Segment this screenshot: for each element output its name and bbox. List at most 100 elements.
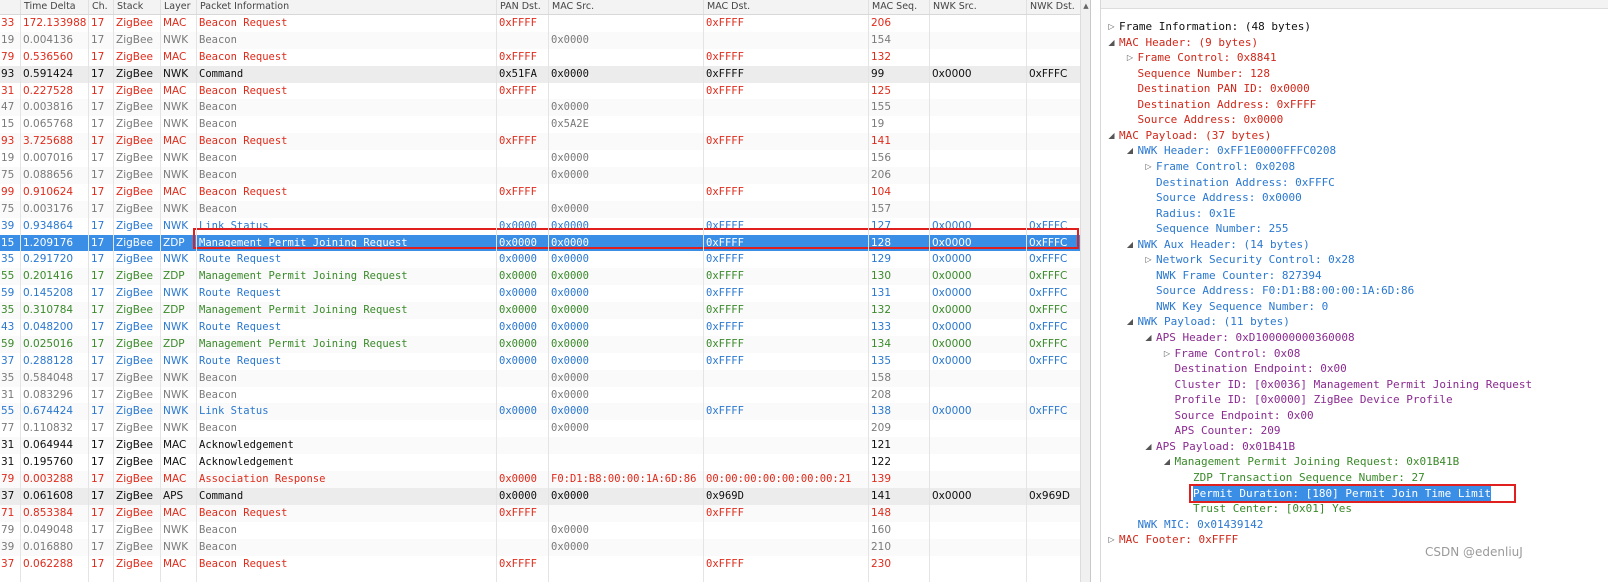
- packet-row[interactable]: 35 0.310784 17 ZigBee ZDP Management Permit J…: [0, 302, 1090, 320]
- tree-node[interactable]: NWK Payload: (11 bytes): [1138, 314, 1290, 330]
- packet-row[interactable]: 31 0.083296 17 ZigBee NWK Beacon 0x0000 208: [0, 386, 1090, 404]
- tree-node[interactable]: APS Header: 0xD100000000360008: [1156, 330, 1355, 346]
- packet-row[interactable]: 37 0.062288 17 ZigBee MAC Beacon Request 0xFFF…: [0, 555, 1090, 573]
- tree-node[interactable]: MAC Header: (9 bytes): [1119, 35, 1258, 51]
- cell-msrc: [548, 49, 703, 66]
- packet-row[interactable]: 37 0.288128 17 ZigBee NWK Route Request 0x0000…: [0, 352, 1090, 370]
- col-header-mac-dst[interactable]: MAC Dst.: [703, 0, 868, 14]
- tree-node[interactable]: Source Address: F0:D1:B8:00:00:1A:6D:86: [1156, 283, 1414, 299]
- tree-node[interactable]: NWK Frame Counter: 827394: [1156, 268, 1322, 284]
- packet-row[interactable]: 19 0.007016 17 ZigBee NWK Beacon 0x0000 156: [0, 150, 1090, 168]
- tree-node[interactable]: NWK MIC: 0x01439142: [1138, 517, 1264, 533]
- tree-node[interactable]: Source Address: 0x0000: [1156, 190, 1302, 206]
- col-header-mac-src[interactable]: MAC Src.: [548, 0, 703, 14]
- tree-node[interactable]: APS Counter: 209: [1175, 423, 1281, 439]
- packet-list[interactable]: Time Delta Ch. Stack Layer Packet Informatio…: [0, 0, 1100, 582]
- tree-node[interactable]: Frame Control: 0x0208: [1156, 159, 1295, 175]
- cell-mdst: [703, 420, 868, 437]
- column-divider: [20, 15, 21, 582]
- packet-row[interactable]: 93 0.591424 17 ZigBee NWK Command 0x51FA 0x0000…: [0, 65, 1090, 83]
- packet-row[interactable]: 79 0.049048 17 ZigBee NWK Beacon 0x0000 160: [0, 521, 1090, 539]
- packet-row[interactable]: 55 0.201416 17 ZigBee ZDP Management Permit J…: [0, 268, 1090, 286]
- packet-row[interactable]: 99 0.910624 17 ZigBee MAC Beacon Request 0xFFF…: [0, 183, 1090, 201]
- col-header-nwk-src[interactable]: NWK Src.: [929, 0, 1026, 14]
- tree-node[interactable]: Profile ID: [0x0000] ZigBee Device Profi…: [1175, 392, 1453, 408]
- cell-mdst: 0xFFFF: [706, 506, 744, 519]
- col-header-stack[interactable]: Stack: [113, 0, 160, 14]
- packet-row[interactable]: 75 0.088656 17 ZigBee NWK Beacon 0x0000 206: [0, 167, 1090, 184]
- packet-row[interactable]: 79 0.536560 17 ZigBee MAC Beacon Request 0xFFF…: [0, 48, 1090, 66]
- col-header-mac-seq[interactable]: MAC Seq.: [868, 0, 929, 14]
- tree-node[interactable]: NWK Aux Header: (14 bytes): [1138, 237, 1310, 253]
- packet-row[interactable]: 55 0.674424 17 ZigBee NWK Link Status 0x0000 0x…: [0, 403, 1090, 421]
- col-header-time-delta[interactable]: Time Delta: [20, 0, 88, 14]
- tree-collapsed-arrow-icon[interactable]: ▷: [1126, 50, 1135, 66]
- tree-collapsed-arrow-icon[interactable]: ▷: [1144, 159, 1153, 175]
- packet-row[interactable]: 59 0.025016 17 ZigBee ZDP Management Permit J…: [0, 335, 1090, 353]
- col-header-packet-information[interactable]: Packet Information: [196, 0, 496, 14]
- tree-expanded-arrow-icon[interactable]: ◢: [1163, 454, 1172, 470]
- tree-node[interactable]: Destination Address: 0xFFFF: [1138, 97, 1317, 113]
- tree-node[interactable]: Frame Control: 0x08: [1175, 346, 1301, 362]
- packet-row[interactable]: 35 0.291720 17 ZigBee NWK Route Request 0x0000…: [0, 251, 1090, 269]
- packet-row[interactable]: 75 0.003176 17 ZigBee NWK Beacon 0x0000 157: [0, 200, 1090, 218]
- tree-node[interactable]: Trust Center: [0x01] Yes: [1193, 501, 1352, 517]
- tree-node[interactable]: Frame Information: (48 bytes): [1119, 19, 1311, 35]
- packet-row[interactable]: 59 0.145208 17 ZigBee NWK Route Request 0x0000…: [0, 285, 1090, 303]
- tree-expanded-arrow-icon[interactable]: ◢: [1107, 35, 1116, 51]
- col-header-layer[interactable]: Layer: [160, 0, 196, 14]
- cell-delta: 0.591424: [23, 67, 74, 80]
- tree-collapsed-arrow-icon[interactable]: ▷: [1107, 19, 1116, 35]
- packet-row[interactable]: 77 0.110832 17 ZigBee NWK Beacon 0x0000 209: [0, 420, 1090, 438]
- packet-row[interactable]: 43 0.048200 17 ZigBee NWK Route Request 0x0000…: [0, 319, 1090, 336]
- tree-node[interactable]: Radius: 0x1E: [1156, 206, 1235, 222]
- packet-row[interactable]: 31 0.227528 17 ZigBee MAC Beacon Request 0xFFF…: [0, 82, 1090, 100]
- packet-row[interactable]: 15 0.065768 17 ZigBee NWK Beacon 0x5A2E 19: [0, 116, 1090, 134]
- tree-node[interactable]: Destination PAN ID: 0x0000: [1138, 81, 1310, 97]
- selected-packet-row[interactable]: 15 1.209176 17 ZigBee ZDP Management Permit J…: [0, 234, 1090, 252]
- col-header-nwk-dst[interactable]: NWK Dst.: [1026, 0, 1080, 14]
- packet-row[interactable]: 93 3.725688 17 ZigBee MAC Beacon Request 0xFFF…: [0, 133, 1090, 151]
- tree-node[interactable]: MAC Payload: (37 bytes): [1119, 128, 1271, 144]
- col-header-number[interactable]: [0, 0, 20, 14]
- cell-mdst: 0xFFFF: [706, 236, 744, 249]
- tree-node[interactable]: MAC Footer: 0xFFFF: [1119, 532, 1238, 548]
- tree-node[interactable]: Management Permit Joining Request: 0x01B…: [1175, 454, 1460, 470]
- packet-row[interactable]: 35 0.584048 17 ZigBee NWK Beacon 0x0000 158: [0, 369, 1090, 387]
- tree-node[interactable]: Sequence Number: 255: [1156, 221, 1288, 237]
- tree-node[interactable]: Sequence Number: 128: [1138, 66, 1270, 82]
- packet-row[interactable]: 47 0.003816 17 ZigBee NWK Beacon 0x0000 155: [0, 99, 1090, 117]
- col-header-ch[interactable]: Ch.: [88, 0, 113, 14]
- tree-node[interactable]: Source Endpoint: 0x00: [1175, 408, 1314, 424]
- tree-expanded-arrow-icon[interactable]: ◢: [1144, 330, 1153, 346]
- tree-collapsed-arrow-icon[interactable]: ▷: [1144, 252, 1153, 268]
- tree-expanded-arrow-icon[interactable]: ◢: [1107, 128, 1116, 144]
- col-header-pan-dst[interactable]: PAN Dst.: [496, 0, 548, 14]
- packet-row[interactable]: 31 0.195760 17 ZigBee MAC Acknowledgement 122: [0, 454, 1090, 472]
- cell-layer: NWK: [163, 202, 189, 215]
- tree-node[interactable]: NWK Header: 0xFF1E0000FFFC0208: [1138, 143, 1337, 159]
- packet-row[interactable]: 31 0.064944 17 ZigBee MAC Acknowledgement 121: [0, 437, 1090, 455]
- tree-node[interactable]: Destination Endpoint: 0x00: [1175, 361, 1347, 377]
- tree-node[interactable]: APS Payload: 0x01B41B: [1156, 439, 1295, 455]
- tree-expanded-arrow-icon[interactable]: ◢: [1126, 314, 1135, 330]
- tree-node[interactable]: Frame Control: 0x8841: [1138, 50, 1277, 66]
- tree-node[interactable]: Source Address: 0x0000: [1138, 112, 1284, 128]
- packet-row[interactable]: 39 0.016880 17 ZigBee NWK Beacon 0x0000 210: [0, 538, 1090, 556]
- packet-row[interactable]: 33 172.133988 17 ZigBee MAC Beacon Request 0xF…: [0, 15, 1090, 32]
- tree-expanded-arrow-icon[interactable]: ◢: [1144, 439, 1153, 455]
- tree-expanded-arrow-icon[interactable]: ◢: [1126, 143, 1135, 159]
- tree-node[interactable]: Network Security Control: 0x28: [1156, 252, 1355, 268]
- tree-node[interactable]: NWK Key Sequence Number: 0: [1156, 299, 1328, 315]
- packet-row[interactable]: 71 0.853384 17 ZigBee MAC Beacon Request 0xFFF…: [0, 504, 1090, 522]
- tree-collapsed-arrow-icon[interactable]: ▷: [1163, 346, 1172, 362]
- tree-node[interactable]: Destination Address: 0xFFFC: [1156, 175, 1335, 191]
- packet-row[interactable]: 37 0.061608 17 ZigBee APS Command 0x0000 0x0000…: [0, 487, 1090, 505]
- packet-row[interactable]: 39 0.934864 17 ZigBee NWK Link Status 0x0000 0x…: [0, 217, 1090, 235]
- tree-expanded-arrow-icon[interactable]: ◢: [1126, 237, 1135, 253]
- packet-row[interactable]: 19 0.004136 17 ZigBee NWK Beacon 0x0000 154: [0, 31, 1090, 49]
- tree-node[interactable]: Cluster ID: [0x0036] Management Permit J…: [1175, 377, 1533, 393]
- packet-row[interactable]: 79 0.003288 17 ZigBee MAC Association Respons…: [0, 471, 1090, 488]
- cell-ndst: [1026, 116, 1080, 133]
- tree-collapsed-arrow-icon[interactable]: ▷: [1107, 532, 1116, 548]
